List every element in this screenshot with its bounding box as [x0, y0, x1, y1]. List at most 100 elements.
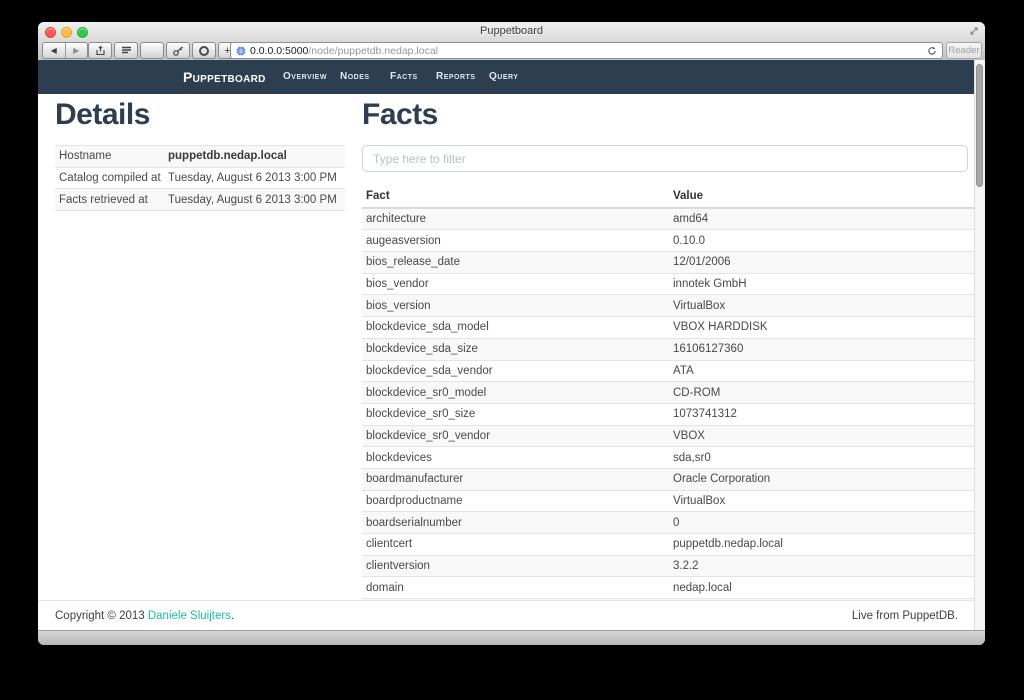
fact-row-label: boardproductname — [362, 490, 669, 512]
fact-row: augeasversion0.10.0 — [362, 230, 976, 252]
fact-row-label: boardserialnumber — [362, 512, 669, 534]
key-icon — [172, 45, 184, 57]
forward-button[interactable]: ▶ — [65, 43, 88, 58]
details-row-label: Facts retrieved at — [55, 189, 164, 211]
details-row-label: Hostname — [55, 146, 164, 168]
fact-row-value: 16106127360 — [669, 338, 976, 360]
fact-row-label: bios_version — [362, 295, 669, 317]
globe-favicon — [236, 46, 246, 56]
fact-row-label: blockdevice_sr0_model — [362, 382, 669, 404]
fact-row-value: 0 — [669, 512, 976, 534]
details-row: Facts retrieved atTuesday, August 6 2013… — [55, 189, 345, 211]
url-path: /node/puppetdb.nedap.local — [308, 45, 438, 57]
fact-row-value: 0.10.0 — [669, 230, 976, 252]
fact-row-value: VirtualBox — [669, 490, 976, 512]
fact-row-value: CD-ROM — [669, 382, 976, 404]
reader-button[interactable]: Reader — [946, 42, 982, 59]
nav-item-overview[interactable]: Overview — [283, 60, 327, 94]
fact-row: blockdevice_sda_vendorATA — [362, 360, 976, 382]
copyright-text: Copyright © 2013 Daniele Sluijters. — [55, 610, 234, 622]
browser-window: Puppetboard ◀ ▶ — [38, 22, 985, 645]
fact-row: domainnedap.local — [362, 577, 976, 599]
details-heading: Details — [55, 98, 150, 132]
url-host: 0.0.0.0:5000 — [250, 45, 308, 57]
live-from-puppetdb-text: Live from PuppetDB. — [852, 601, 958, 631]
fact-row-label: blockdevice_sda_vendor — [362, 360, 669, 382]
app-navbar: Puppetboard Overview Nodes Facts Reports… — [38, 60, 985, 94]
fact-row: bios_release_date12/01/2006 — [362, 252, 976, 274]
fact-row: bios_vendorinnotek GmbH — [362, 273, 976, 295]
text-lines-icon — [121, 46, 132, 55]
fact-row-label: blockdevice_sda_model — [362, 317, 669, 339]
refresh-icon[interactable] — [927, 46, 937, 56]
circle-ring-icon — [198, 45, 210, 57]
fact-row-label: augeasversion — [362, 230, 669, 252]
fact-row: bios_versionVirtualBox — [362, 295, 976, 317]
facts-header-row: Fact Value — [362, 186, 976, 208]
extension-ring-button[interactable] — [192, 42, 216, 59]
fact-row: boardproductnameVirtualBox — [362, 490, 976, 512]
fact-row-label: domain — [362, 577, 669, 599]
fact-row-value: Oracle Corporation — [669, 468, 976, 490]
fact-row: blockdevice_sda_size16106127360 — [362, 338, 976, 360]
fact-row-value: innotek GmbH — [669, 273, 976, 295]
window-bottom-bar — [38, 630, 985, 645]
details-row-value: Tuesday, August 6 2013 3:00 PM — [164, 167, 345, 189]
fact-row-label: blockdevice_sr0_size — [362, 403, 669, 425]
fact-row-value: VirtualBox — [669, 295, 976, 317]
fact-row-value: VBOX — [669, 425, 976, 447]
navbar-brand[interactable]: Puppetboard — [183, 60, 266, 94]
fact-row: blockdevice_sr0_size1073741312 — [362, 403, 976, 425]
facts-filter-input[interactable] — [362, 145, 968, 172]
password-key-button[interactable] — [166, 42, 190, 59]
details-table: Hostnamepuppetdb.nedap.localCatalog comp… — [55, 145, 345, 211]
fact-row: boardserialnumber0 — [362, 512, 976, 534]
fact-row: architectureamd64 — [362, 208, 976, 230]
reader-list-button[interactable] — [114, 42, 138, 59]
fact-row-value: 12/01/2006 — [669, 252, 976, 274]
fact-row-label: boardmanufacturer — [362, 468, 669, 490]
fact-row: blockdevice_sr0_vendorVBOX — [362, 425, 976, 447]
fact-row-label: clientcert — [362, 534, 669, 556]
details-row-value: puppetdb.nedap.local — [164, 146, 345, 168]
fact-row: boardmanufacturerOracle Corporation — [362, 468, 976, 490]
address-bar[interactable]: 0.0.0.0:5000/node/puppetdb.nedap.local — [230, 42, 943, 59]
details-row: Hostnamepuppetdb.nedap.local — [55, 146, 345, 168]
fact-row: clientversion3.2.2 — [362, 555, 976, 577]
page-footer: Copyright © 2013 Daniele Sluijters. Live… — [38, 600, 974, 631]
fact-row-label: blockdevices — [362, 447, 669, 469]
nav-item-query[interactable]: Query — [489, 60, 518, 94]
fact-row: blockdevice_sr0_modelCD-ROM — [362, 382, 976, 404]
fact-row: blockdevice_sda_modelVBOX HARDDISK — [362, 317, 976, 339]
fact-row-value: ATA — [669, 360, 976, 382]
vertical-scrollbar[interactable] — [974, 60, 985, 631]
fact-row-value: amd64 — [669, 208, 976, 230]
fullscreen-icon[interactable] — [968, 24, 980, 36]
facts-table: Fact Value architectureamd64augeasversio… — [362, 186, 976, 620]
blank-toolbar-button[interactable] — [140, 42, 164, 59]
fact-row-label: bios_release_date — [362, 252, 669, 274]
fact-row-label: clientversion — [362, 555, 669, 577]
fact-row-value: puppetdb.nedap.local — [669, 534, 976, 556]
share-icon — [95, 45, 106, 56]
facts-heading: Facts — [362, 98, 438, 132]
details-row-value: Tuesday, August 6 2013 3:00 PM — [164, 189, 345, 211]
back-button[interactable]: ◀ — [43, 43, 65, 58]
nav-item-nodes[interactable]: Nodes — [340, 60, 370, 94]
fact-row: clientcertpuppetdb.nedap.local — [362, 534, 976, 556]
nav-item-facts[interactable]: Facts — [390, 60, 418, 94]
browser-chrome: Puppetboard ◀ ▶ — [38, 22, 985, 61]
fact-row-value: 3.2.2 — [669, 555, 976, 577]
history-nav-buttons: ◀ ▶ — [42, 42, 88, 59]
facts-col-fact: Fact — [362, 186, 669, 208]
fact-row-label: blockdevice_sr0_vendor — [362, 425, 669, 447]
share-button[interactable] — [88, 42, 112, 59]
fact-row-label: bios_vendor — [362, 273, 669, 295]
scrollbar-thumb[interactable] — [976, 64, 983, 187]
nav-item-reports[interactable]: Reports — [436, 60, 476, 94]
author-link[interactable]: Daniele Sluijters — [148, 610, 231, 622]
page-content: Details Hostnamepuppetdb.nedap.localCata… — [38, 94, 985, 631]
fact-row-value: VBOX HARDDISK — [669, 317, 976, 339]
facts-col-value: Value — [669, 186, 976, 208]
details-row: Catalog compiled atTuesday, August 6 201… — [55, 167, 345, 189]
